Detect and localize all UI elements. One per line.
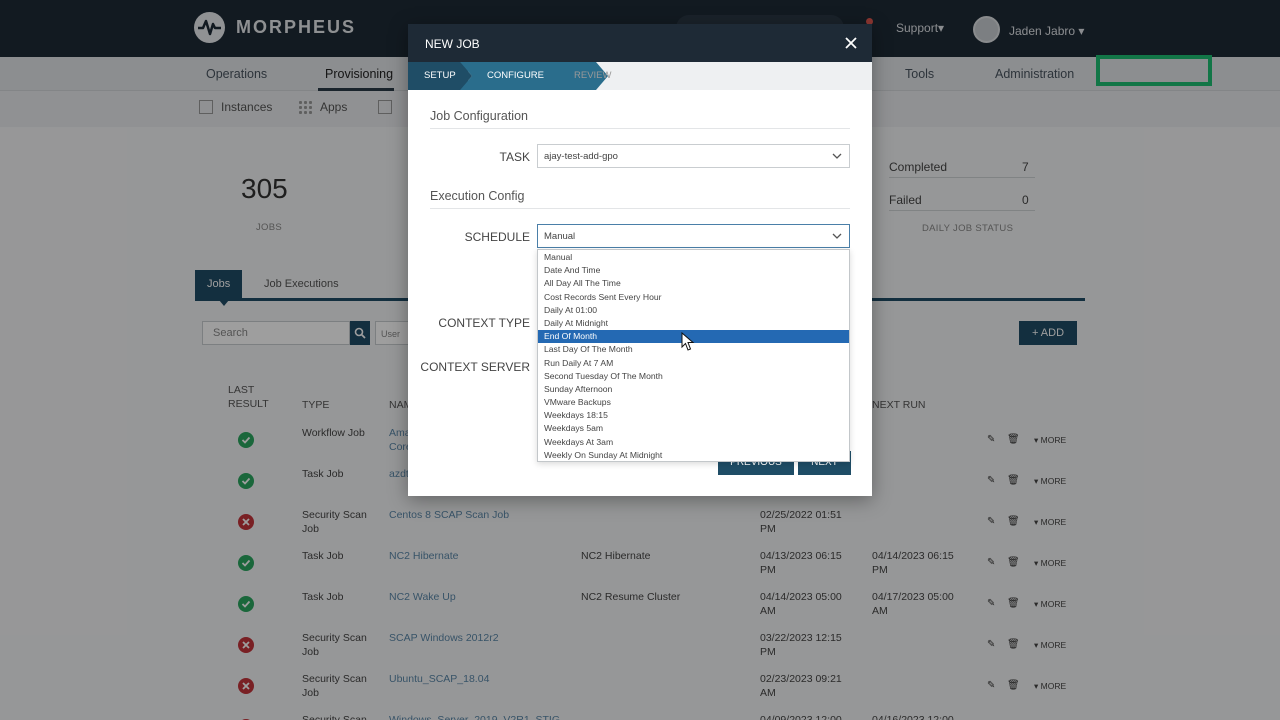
execution-config-title: Execution Config <box>430 189 525 203</box>
new-job-modal: NEW JOB SETUP CONFIGURE REVIEW Job Confi… <box>408 24 872 496</box>
schedule-value: Manual <box>544 231 576 242</box>
step-review[interactable]: REVIEW <box>574 62 611 90</box>
schedule-option[interactable]: Weekly On Sunday At Midnight <box>538 449 849 462</box>
schedule-option[interactable]: Manual <box>538 251 849 264</box>
divider <box>430 128 850 129</box>
schedule-option[interactable]: All Day All The Time <box>538 277 849 290</box>
chevron-down-icon <box>832 153 842 159</box>
schedule-option[interactable]: Second Tuesday Of The Month <box>538 370 849 383</box>
job-config-title: Job Configuration <box>430 109 528 123</box>
modal-header: NEW JOB <box>408 24 872 62</box>
schedule-option[interactable]: VMware Backups <box>538 396 849 409</box>
schedule-option[interactable]: Sunday Afternoon <box>538 383 849 396</box>
divider <box>430 208 850 209</box>
schedule-option[interactable]: Weekdays At 3am <box>538 436 849 449</box>
schedule-option[interactable]: Weekdays 18:15 <box>538 409 849 422</box>
chevron-down-icon <box>832 233 842 239</box>
wizard-steps: SETUP CONFIGURE REVIEW <box>408 62 872 90</box>
context-type-label: CONTEXT TYPE <box>438 316 530 330</box>
mouse-pointer-icon <box>681 332 695 351</box>
context-server-label: CONTEXT SERVER <box>420 360 530 374</box>
modal-title: NEW JOB <box>425 37 480 51</box>
schedule-option[interactable]: Daily At 01:00 <box>538 304 849 317</box>
schedule-select[interactable]: Manual <box>537 224 850 248</box>
schedule-option[interactable]: Daily At Midnight <box>538 317 849 330</box>
task-label: TASK <box>499 150 530 164</box>
schedule-label: SCHEDULE <box>464 230 530 244</box>
task-select[interactable]: ajay-test-add-gpo <box>537 144 850 168</box>
close-icon[interactable] <box>842 34 860 52</box>
schedule-option[interactable]: Weekdays 5am <box>538 422 849 435</box>
schedule-dropdown: Manual Date And Time All Day All The Time C… <box>537 249 850 462</box>
task-value: ajay-test-add-gpo <box>544 151 618 162</box>
schedule-option[interactable]: Cost Records Sent Every Hour <box>538 291 849 304</box>
schedule-option[interactable]: Date And Time <box>538 264 849 277</box>
schedule-option[interactable]: Run Daily At 7 AM <box>538 357 849 370</box>
